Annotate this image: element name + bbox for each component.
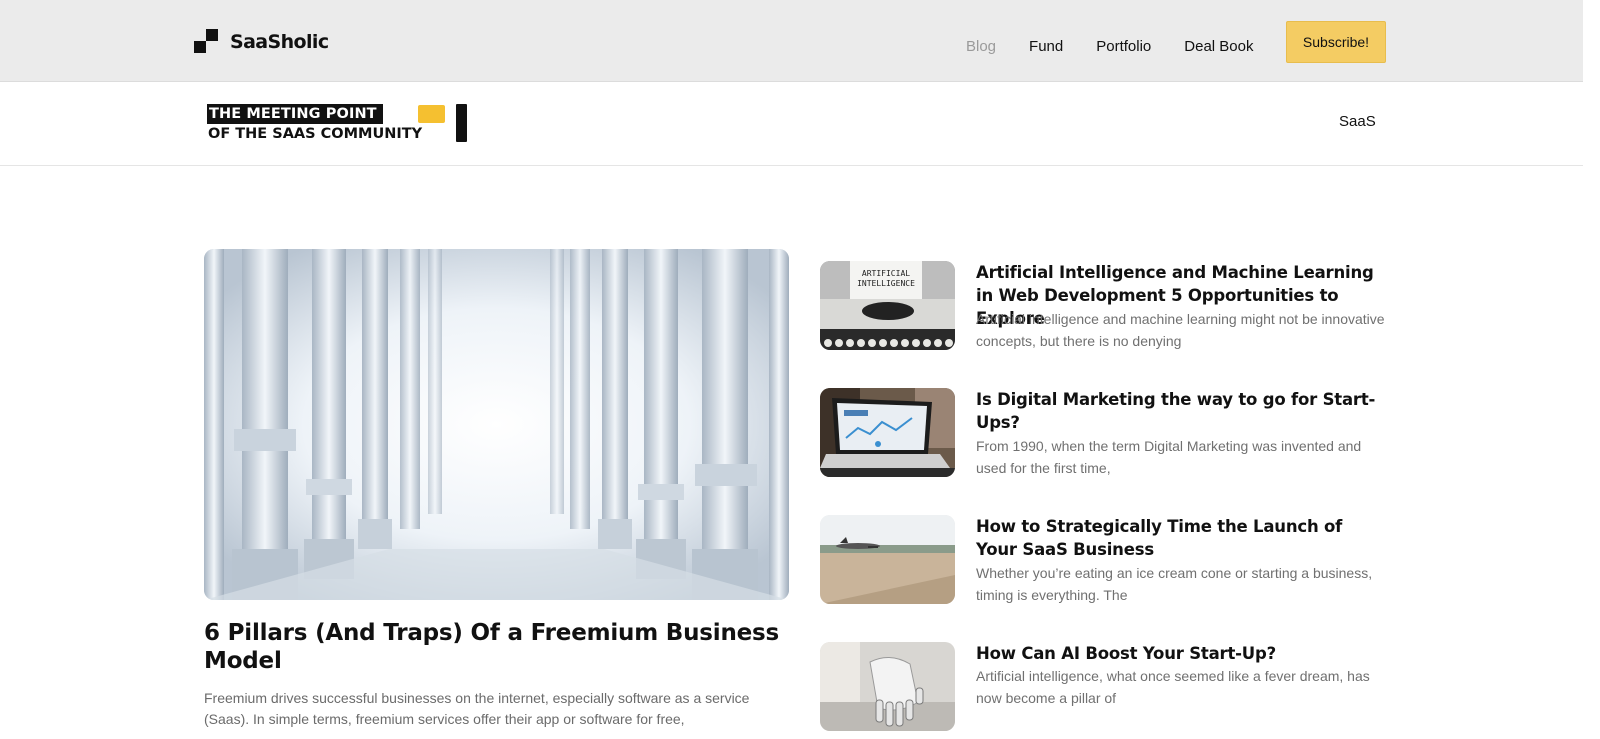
post-thumbnail-robot-hand[interactable] [820, 642, 955, 731]
post-thumbnail-typewriter[interactable]: ARTIFICIAL INTELLIGENCE [820, 261, 955, 350]
post-excerpt: Whether you’re eating an ice cream cone … [976, 565, 1373, 603]
featured-post-image[interactable] [204, 249, 789, 600]
list-item[interactable]: ARTIFICIAL INTELLIGENCE Artificial Intel… [820, 261, 1390, 353]
svg-text:INTELLIGENCE: INTELLIGENCE [857, 279, 915, 288]
top-navbar: SaaSholic Blog Fund Portfolio Deal Book … [0, 0, 1583, 82]
post-title[interactable]: Is Digital Marketing the way to go for S… [976, 388, 1386, 434]
logo-text: SaaSholic [230, 30, 329, 53]
post-thumbnail-laptop[interactable] [820, 388, 955, 477]
nav-item-portfolio[interactable]: Portfolio [1096, 38, 1151, 55]
list-item[interactable]: How Can AI Boost Your Start-Up? Artifici… [820, 642, 1390, 734]
category-link-saas[interactable]: SaaS [1339, 113, 1376, 130]
post-title[interactable]: How to Strategically Time the Launch of … [976, 515, 1386, 561]
badge-yellow-block-icon [418, 105, 445, 123]
list-item[interactable]: How to Strategically Time the Launch of … [820, 515, 1390, 607]
post-thumbnail-airplane[interactable] [820, 515, 955, 604]
logo-mark-icon [194, 29, 220, 54]
community-badge-logo[interactable]: THE MEETING POINT OF THE SAAS COMMUNITY [207, 104, 469, 144]
badge-black-bar-icon [456, 104, 467, 142]
post-excerpt: Artificial intelligence, what once seeme… [976, 668, 1370, 706]
badge-line-2: OF THE SAAS COMMUNITY [208, 126, 423, 142]
saasholic-logo[interactable]: SaaSholic [194, 29, 329, 54]
list-item[interactable]: Is Digital Marketing the way to go for S… [820, 388, 1390, 480]
post-excerpt: Artificial intelligence and machine lear… [976, 311, 1385, 349]
badge-line-1: THE MEETING POINT [207, 104, 383, 124]
main-nav: Blog Fund Portfolio Deal Book [966, 38, 1286, 55]
featured-post-title[interactable]: 6 Pillars (And Traps) Of a Freemium Busi… [204, 619, 794, 675]
post-excerpt: From 1990, when the term Digital Marketi… [976, 438, 1362, 476]
nav-item-fund[interactable]: Fund [1029, 38, 1063, 55]
thumb-label: ARTIFICIAL [862, 269, 910, 278]
page-scrollbar[interactable] [1583, 0, 1600, 739]
featured-post-excerpt: Freemium drives successful businesses on… [204, 690, 750, 727]
nav-item-blog[interactable]: Blog [966, 38, 996, 55]
post-title[interactable]: How Can AI Boost Your Start-Up? [976, 642, 1386, 665]
subscribe-button[interactable]: Subscribe! [1286, 21, 1386, 63]
nav-item-deal-book[interactable]: Deal Book [1184, 38, 1253, 55]
